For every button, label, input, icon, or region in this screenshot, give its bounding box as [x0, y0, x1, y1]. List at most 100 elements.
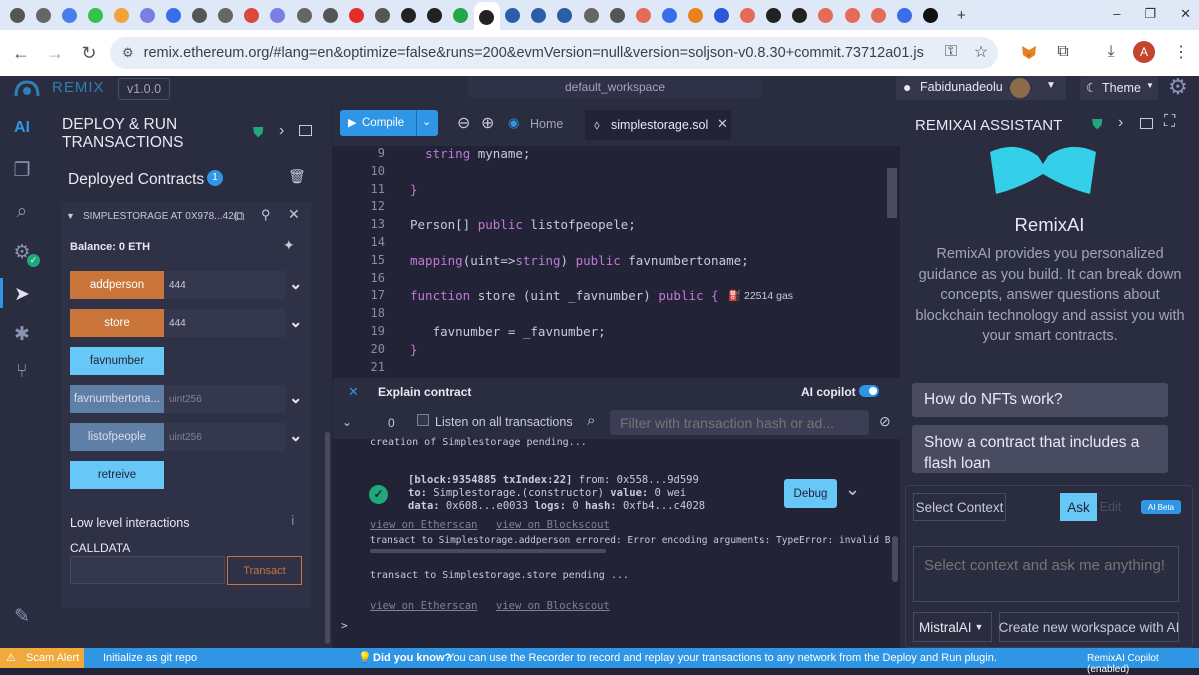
- clear-console-icon[interactable]: ⊘: [879, 413, 891, 430]
- suggestion-flash-loan[interactable]: Show a contract that includes a flash lo…: [912, 425, 1168, 473]
- chevron-right-icon[interactable]: ›: [1118, 114, 1123, 132]
- trash-icon[interactable]: 🗑: [288, 168, 306, 185]
- browser-tab[interactable]: [82, 2, 108, 28]
- browser-tab[interactable]: [787, 2, 813, 28]
- scam-alert[interactable]: ⚠ Scam Alert: [0, 648, 84, 668]
- browser-tab[interactable]: [108, 2, 134, 28]
- close-window-icon[interactable]: ✕: [1180, 6, 1191, 22]
- browser-tab[interactable]: [500, 2, 526, 28]
- expand-chevron-icon[interactable]: ⌄: [289, 388, 302, 408]
- browser-tab[interactable]: [526, 2, 552, 28]
- search-icon[interactable]: ⌕: [8, 198, 36, 226]
- collapse-terminal-icon[interactable]: ⌄: [342, 415, 352, 429]
- function-button-listofpeople[interactable]: listofpeople: [70, 423, 164, 451]
- function-arg-store[interactable]: 444: [164, 309, 286, 337]
- collapse-chevron-icon[interactable]: ▼: [66, 211, 75, 221]
- theme-button[interactable]: ☾ Theme ▼: [1080, 76, 1158, 100]
- panel-scrollbar[interactable]: [325, 432, 330, 644]
- code-lines[interactable]: 9 string myname; 10 11} 12 13 Person[] public…: [333, 146, 873, 378]
- debug-button[interactable]: Debug: [784, 479, 837, 508]
- browser-tab[interactable]: [30, 2, 56, 28]
- expand-chevron-icon[interactable]: ⌄: [289, 312, 302, 332]
- browser-tab[interactable]: [735, 2, 761, 28]
- panel-layout-icon[interactable]: [1140, 118, 1153, 129]
- debugger-icon[interactable]: ✱: [8, 320, 36, 348]
- transact-button[interactable]: Transact: [227, 556, 302, 585]
- browser-tab[interactable]: [343, 2, 369, 28]
- address-bar[interactable]: ⚙ remix.ethereum.org/#lang=en&optimize=f…: [110, 37, 998, 69]
- listen-checkbox[interactable]: [417, 414, 429, 426]
- new-tab-icon[interactable]: +: [949, 7, 973, 24]
- close-instance-icon[interactable]: ✕: [288, 206, 300, 223]
- browser-tab[interactable]: [709, 2, 735, 28]
- expand-chevron-icon[interactable]: ⌄: [289, 274, 302, 294]
- settings-gear-icon[interactable]: ⚙: [1168, 74, 1188, 100]
- instance-name[interactable]: SIMPLESTORAGE AT 0X978...42(: [83, 211, 237, 222]
- deploy-run-icon[interactable]: ➤: [8, 280, 36, 308]
- file-explorer-icon[interactable]: ❐: [8, 156, 36, 184]
- plugin-manager-icon[interactable]: ✎: [8, 602, 36, 630]
- terminal-scrollbar[interactable]: [892, 536, 898, 582]
- extensions-puzzle-icon[interactable]: ⧉: [1050, 39, 1076, 65]
- copy-icon[interactable]: ⧉: [235, 208, 244, 224]
- browser-tab[interactable]: [4, 2, 30, 28]
- restore-icon[interactable]: ❐: [1144, 6, 1156, 22]
- browser-tab[interactable]: [369, 2, 395, 28]
- browser-tab[interactable]: [473, 2, 500, 32]
- password-key-icon[interactable]: ⚿: [938, 39, 964, 65]
- browser-tab[interactable]: [630, 2, 656, 28]
- close-tab-icon[interactable]: ✕: [717, 116, 728, 132]
- browser-tab[interactable]: [865, 2, 891, 28]
- bookmark-star-icon[interactable]: ☆: [968, 39, 994, 65]
- browser-tab[interactable]: [187, 2, 213, 28]
- function-arg-favnumbertoname[interactable]: uint256: [164, 385, 286, 413]
- site-settings-icon[interactable]: ⚙: [122, 45, 134, 61]
- ai-prompt-input[interactable]: [913, 546, 1179, 602]
- function-button-favnumbertoname[interactable]: favnumbertona...: [70, 385, 164, 413]
- browser-tab[interactable]: [604, 2, 630, 28]
- browser-tab[interactable]: [422, 2, 448, 28]
- browser-tab[interactable]: [239, 2, 265, 28]
- browser-tab[interactable]: [839, 2, 865, 28]
- workspace-select[interactable]: default_workspace: [468, 76, 762, 98]
- function-button-addperson[interactable]: addperson: [70, 271, 164, 299]
- browser-tab[interactable]: [656, 2, 682, 28]
- terminal-prompt[interactable]: >: [341, 619, 348, 632]
- chevron-down-icon[interactable]: ⌄: [422, 115, 431, 128]
- reload-icon[interactable]: ↻: [74, 38, 104, 68]
- remixai-icon[interactable]: AI: [8, 114, 36, 142]
- function-button-favnumber[interactable]: favnumber: [70, 347, 164, 375]
- browser-tab[interactable]: [578, 2, 604, 28]
- browser-tab[interactable]: [395, 2, 421, 28]
- create-workspace-ai-button[interactable]: Create new workspace with AI: [999, 612, 1179, 642]
- browser-tab[interactable]: [682, 2, 708, 28]
- minimize-icon[interactable]: –: [1113, 6, 1120, 22]
- browser-tab[interactable]: [917, 2, 943, 28]
- browser-tab[interactable]: [813, 2, 839, 28]
- info-icon[interactable]: ⅰ: [291, 513, 295, 529]
- ai-copilot-toggle[interactable]: [859, 385, 879, 397]
- select-context-button[interactable]: Select Context: [913, 493, 1006, 521]
- function-arg-addperson[interactable]: 444: [164, 271, 286, 299]
- function-arg-listofpeople[interactable]: uint256: [164, 423, 286, 451]
- profile-avatar[interactable]: A: [1133, 41, 1155, 63]
- browser-tab[interactable]: [134, 2, 160, 28]
- metamask-extension-icon[interactable]: [1016, 39, 1042, 65]
- browser-menu-icon[interactable]: ⋮: [1168, 39, 1194, 65]
- view-blockscout-link[interactable]: view on Blockscout: [496, 519, 610, 531]
- forward-icon[interactable]: →: [40, 38, 70, 68]
- function-button-store[interactable]: store: [70, 309, 164, 337]
- downloads-icon[interactable]: ⤓: [1098, 39, 1124, 65]
- browser-tab[interactable]: [448, 2, 474, 28]
- back-icon[interactable]: ←: [6, 38, 36, 68]
- expand-tx-chevron-icon[interactable]: ⌄: [845, 479, 860, 500]
- expand-chevron-icon[interactable]: ⌄: [289, 426, 302, 446]
- browser-tab[interactable]: [265, 2, 291, 28]
- pin-icon[interactable]: ⚲: [261, 207, 271, 223]
- model-select[interactable]: MistralAI ▼: [913, 612, 992, 642]
- editor-scrollbar[interactable]: [887, 168, 897, 218]
- explain-contract-button[interactable]: Explain contract: [378, 385, 471, 399]
- maximize-icon[interactable]: ⛶: [1164, 113, 1175, 131]
- github-login[interactable]: ● Fabidunadeolu ▼: [896, 76, 1066, 100]
- zoom-in-icon[interactable]: ⊕: [481, 113, 494, 133]
